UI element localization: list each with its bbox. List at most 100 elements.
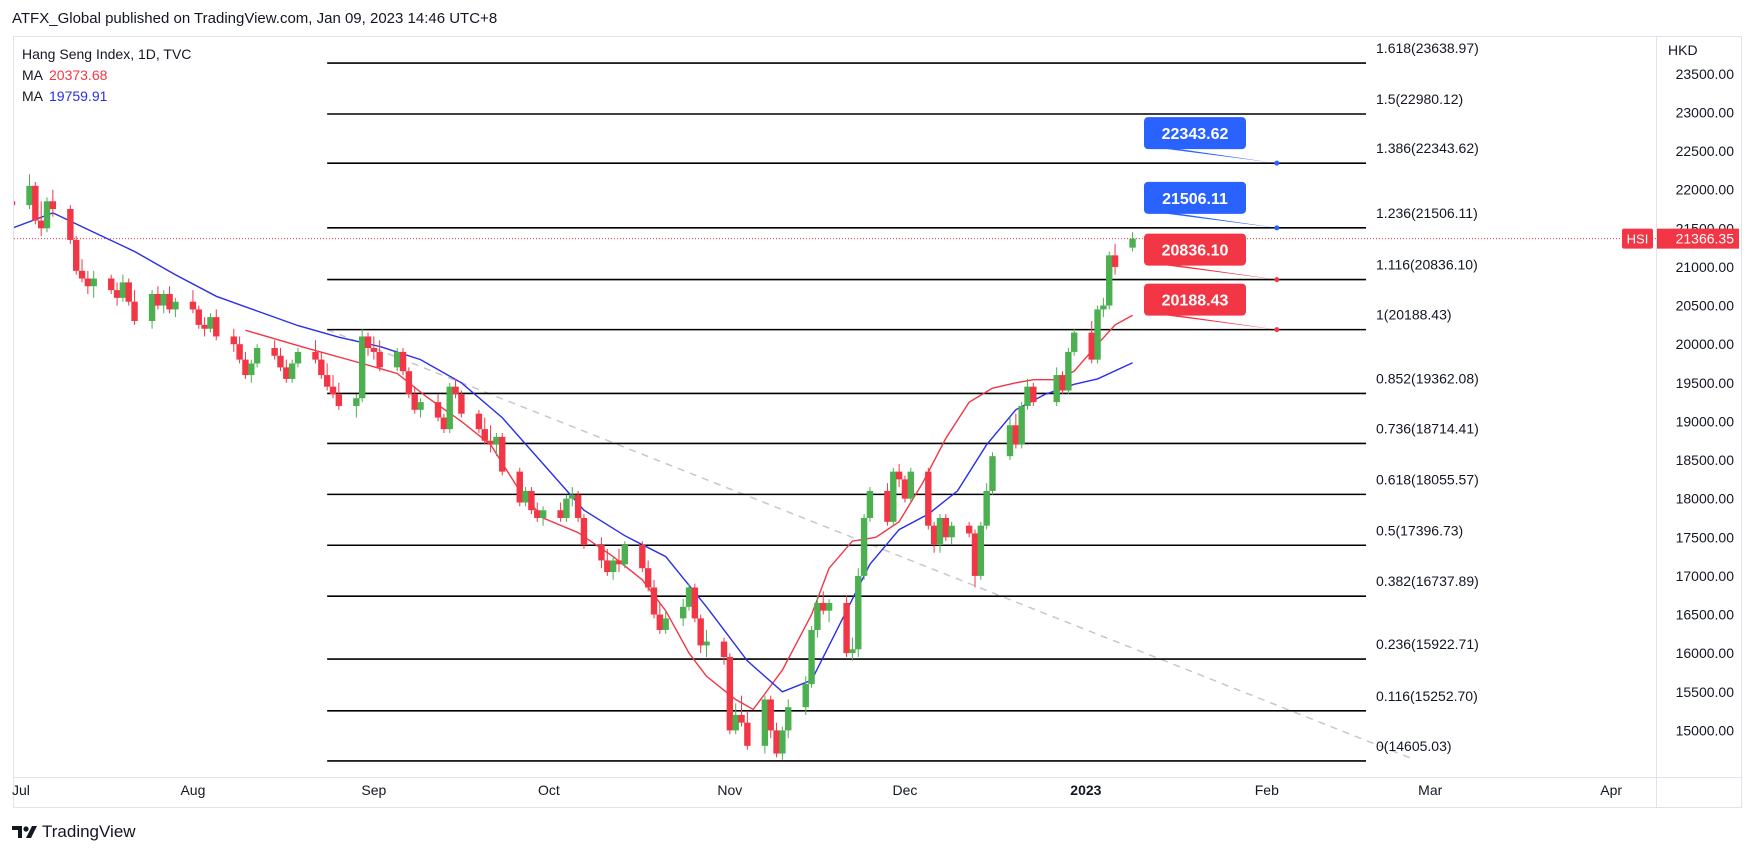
candle-up — [1065, 348, 1072, 395]
candle-body — [195, 309, 202, 325]
candle-up — [1006, 417, 1014, 461]
callout-pointer — [1152, 313, 1277, 330]
candle-body — [738, 714, 745, 723]
tradingview-logo-icon — [12, 826, 37, 838]
candle-body — [971, 533, 979, 576]
candle-up — [825, 599, 833, 623]
candle-down — [434, 394, 442, 422]
tradingview-logo[interactable]: TradingView — [12, 822, 136, 842]
callout-anchor-dot — [1274, 327, 1280, 333]
candle-down — [230, 328, 237, 352]
candle-down — [965, 521, 973, 538]
plot-area: 1.618(23638.97) 1.5(22980.12) 1.386(22343.… — [14, 40, 1656, 762]
price-axis-tick-label: 23000.00 — [1676, 104, 1735, 120]
candle-up — [855, 568, 862, 658]
candle-body — [499, 436, 506, 472]
time-axis-tick-label: Apr — [1600, 782, 1622, 798]
candle-down — [574, 490, 582, 522]
legend-ma-slow-label: MA — [22, 88, 43, 104]
candle-body — [615, 560, 623, 565]
fib-level-label: 1.618(23638.97) — [1376, 40, 1479, 56]
candle-body — [370, 348, 378, 352]
candle-body — [744, 722, 751, 746]
candle-body — [84, 278, 92, 287]
candle-up — [1100, 297, 1107, 318]
price-callout: 21506.11 — [1144, 181, 1280, 231]
candle-body — [534, 510, 541, 518]
candle-down — [942, 514, 950, 542]
candle-body — [942, 517, 950, 538]
candle-up — [785, 699, 792, 739]
candle-down — [534, 502, 541, 522]
candle-up — [172, 297, 179, 318]
candle-body — [148, 293, 156, 322]
legend-ma-fast-label: MA — [22, 67, 43, 83]
candle-down — [318, 351, 325, 379]
candle-up — [207, 313, 214, 333]
candle-down — [189, 290, 197, 314]
last-price-symbol-text: HSI — [1627, 232, 1649, 247]
candle-down — [108, 274, 115, 294]
candle-down — [323, 363, 331, 391]
time-axis-tick-label: Aug — [180, 782, 205, 798]
candle-body — [113, 290, 121, 298]
candle-body — [288, 363, 296, 379]
candle-down — [1111, 243, 1119, 275]
candle-up — [288, 359, 296, 383]
candle-body — [393, 351, 401, 368]
candle-body — [726, 657, 734, 731]
candle-body — [679, 606, 687, 619]
candle-body — [1094, 309, 1101, 360]
price-callout: 20188.43 — [1144, 283, 1280, 333]
candle-up — [732, 703, 739, 735]
candle-body — [855, 575, 862, 650]
candle-body — [434, 402, 442, 418]
candle-up — [609, 556, 617, 580]
candle-body — [1030, 386, 1037, 403]
candle-body — [860, 517, 868, 576]
candle-body — [248, 363, 255, 376]
candle-body — [376, 351, 383, 368]
candle-body — [323, 375, 331, 387]
ma-fast-line — [245, 314, 1133, 711]
candle-body — [936, 517, 944, 546]
candle-body — [26, 185, 33, 206]
chart-canvas[interactable]: 1.618(23638.97) 1.5(22980.12) 1.386(22343.… — [0, 0, 1756, 856]
candle-body — [67, 209, 74, 240]
candle-body — [814, 602, 821, 630]
candle-up — [703, 629, 710, 658]
candle-body — [557, 510, 564, 518]
candle-down — [72, 236, 80, 275]
price-axis-tick-label: 15000.00 — [1676, 722, 1735, 738]
candle-body — [277, 355, 284, 368]
candle-up — [977, 521, 985, 580]
candle-down — [499, 433, 506, 476]
candle-body — [639, 545, 646, 569]
candle-down — [557, 502, 564, 522]
candle-body — [895, 471, 903, 480]
candle-body — [650, 587, 658, 615]
candle-down — [376, 340, 383, 372]
candle-body — [539, 510, 547, 518]
legend-ma-fast-value: 20373.68 — [49, 67, 108, 83]
callout-pointer — [1152, 211, 1277, 228]
price-axis-tick-label: 22000.00 — [1676, 182, 1735, 198]
candle-down — [598, 537, 605, 569]
candle-body — [1006, 425, 1014, 457]
callout-pointer — [1152, 263, 1277, 280]
fib-level-label: 0.736(18714.41) — [1376, 420, 1479, 436]
fib-level-label: 0.618(18055.57) — [1376, 471, 1479, 487]
candle-body — [14, 201, 16, 206]
candle-body — [820, 602, 827, 611]
fib-level-label: 0.5(17396.73) — [1376, 522, 1463, 538]
candle-body — [32, 185, 39, 221]
price-axis-currency: HKD — [1668, 42, 1698, 58]
callout-text: 21506.11 — [1162, 191, 1228, 208]
candle-down — [580, 514, 588, 549]
price-axis-tick-label: 18000.00 — [1676, 491, 1735, 507]
candle-down — [283, 359, 290, 383]
candle-body — [119, 282, 127, 298]
candle-down — [767, 695, 774, 739]
candle-down — [691, 583, 699, 623]
candle-down — [67, 205, 74, 244]
